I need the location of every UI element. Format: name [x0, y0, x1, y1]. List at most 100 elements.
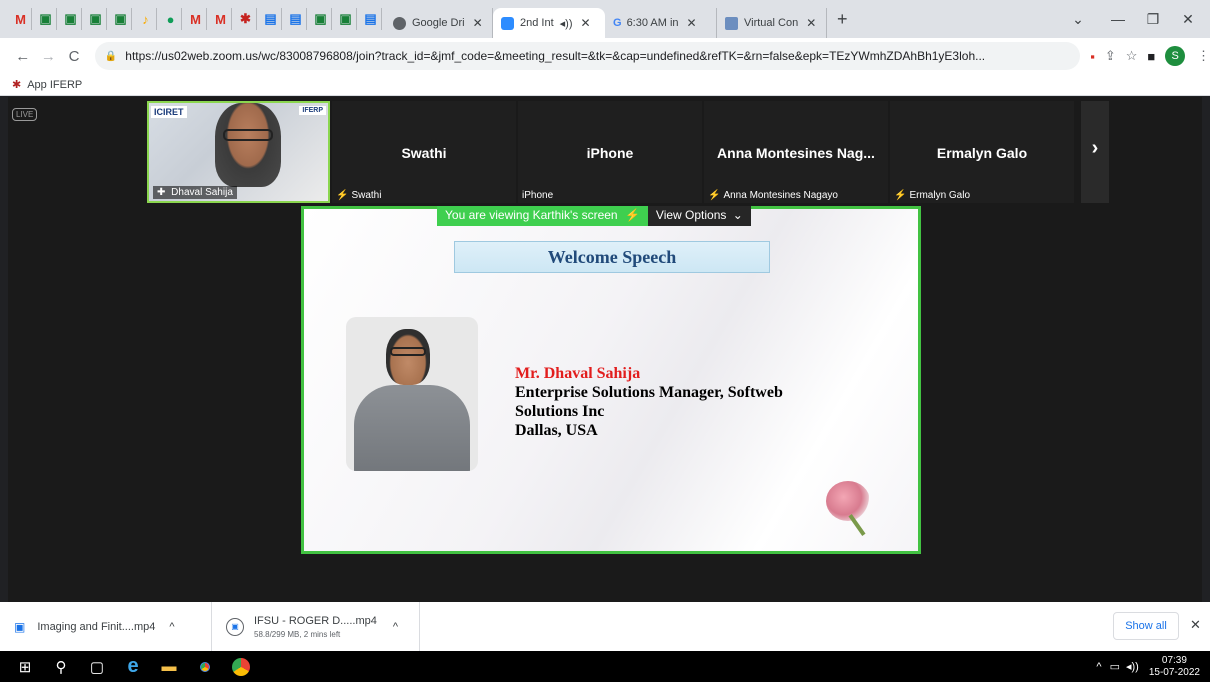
pinned-tab-app[interactable]: ✱ — [235, 8, 257, 30]
minimize-icon[interactable]: — — [1098, 0, 1138, 38]
tab-zoom-meeting[interactable]: 2nd Int ◂)) ✕ — [493, 8, 605, 38]
conference-banner: IFERP — [299, 106, 326, 115]
pinned-tab-app[interactable]: ▣ — [60, 8, 82, 30]
google-drive-icon — [393, 16, 406, 30]
pinned-tab-gmail[interactable]: M — [185, 8, 207, 30]
close-downloads-icon[interactable]: ✕ — [1190, 617, 1201, 633]
pinned-tab-app[interactable]: ▣ — [335, 8, 357, 30]
download-filename: IFSU - ROGER D.....mp4 — [254, 614, 377, 627]
reload-icon[interactable]: C — [61, 48, 87, 65]
show-all-button[interactable]: Show all — [1113, 612, 1179, 640]
participant-name: iPhone — [586, 145, 634, 161]
back-icon[interactable]: ← — [10, 48, 36, 65]
next-participants-button[interactable]: › — [1081, 101, 1109, 203]
audio-playing-icon[interactable]: ◂)) — [560, 17, 573, 30]
clock-date: 15-07-2022 — [1148, 666, 1200, 678]
photo-glasses — [390, 347, 426, 356]
speaker-photo — [346, 317, 478, 471]
close-icon[interactable]: ✕ — [687, 16, 697, 30]
download-item[interactable]: ▣ Imaging and Finit....mp4 ^ — [0, 602, 212, 651]
pinned-tab-app[interactable]: ▣ — [110, 8, 132, 30]
participant-name: Swathi — [401, 145, 447, 161]
site-icon — [725, 16, 738, 30]
menu-icon[interactable]: ⋮ — [1197, 48, 1210, 64]
participant-label: ⚡ Ermalyn Galo — [894, 190, 971, 201]
participant-name: Ermalyn Galo — [936, 145, 1028, 161]
window-close-icon[interactable]: ✕ — [1168, 0, 1208, 38]
zoom-icon — [501, 16, 514, 30]
pinned-tab-docs[interactable]: ▤ — [285, 8, 307, 30]
url-input[interactable]: 🔒 https://us02web.zoom.us/wc/83008796808… — [94, 42, 1081, 70]
forward-icon[interactable]: → — [36, 48, 62, 65]
screen-share-banner: You are viewing Karthik's screen ⚡ View … — [437, 206, 751, 226]
download-item[interactable]: ▣ IFSU - ROGER D.....mp4 58.8/299 MB, 2 … — [212, 602, 420, 651]
speaker-company: Solutions Inc — [515, 403, 605, 420]
bookmark-star-icon[interactable]: ☆ — [1126, 48, 1138, 64]
pinned-tab-app[interactable]: ▣ — [35, 8, 57, 30]
file-explorer-icon[interactable]: ▬ — [154, 651, 184, 682]
pinned-tab-app[interactable]: ♪ — [135, 8, 157, 30]
pinned-tab-docs[interactable]: ▤ — [260, 8, 282, 30]
tab-label: 6:30 AM in — [626, 17, 679, 29]
chevron-up-icon[interactable]: ^ — [169, 621, 174, 633]
pin-icon: ✚ — [157, 187, 166, 198]
download-status: 58.8/299 MB, 2 mins left — [254, 629, 341, 639]
muted-mic-icon: ⚡ — [708, 190, 721, 201]
clock[interactable]: 07:39 15-07-2022 — [1149, 655, 1200, 679]
tab-google-drive[interactable]: Google Dri ✕ — [385, 8, 493, 38]
tab-virtual-conference[interactable]: Virtual Con ✕ — [717, 8, 827, 38]
chrome-icon[interactable] — [226, 651, 256, 682]
edge-icon[interactable]: e — [118, 651, 148, 682]
pinned-tab-gmail[interactable]: M — [10, 8, 32, 30]
chevron-down-icon: ⌄ — [732, 208, 743, 222]
tab-label: Google Dri — [412, 17, 465, 29]
photo-head — [386, 329, 430, 385]
bookmark-app-iferp[interactable]: App IFERP — [27, 79, 82, 91]
pinned-tab-app[interactable]: ▣ — [310, 8, 332, 30]
pinned-tab-gmail[interactable]: M — [210, 8, 232, 30]
tab-label: 2nd Int — [520, 17, 554, 29]
tab-label: Virtual Con — [744, 17, 799, 29]
restore-icon[interactable]: ❐ — [1133, 0, 1173, 38]
participant-tile-iphone[interactable]: iPhone iPhone — [518, 101, 702, 203]
network-icon[interactable]: ▭ — [1110, 660, 1120, 673]
muted-mic-icon: ⚡ — [624, 208, 640, 222]
pinned-tab-docs[interactable]: ▤ — [360, 8, 382, 30]
close-icon[interactable]: ✕ — [581, 16, 591, 30]
search-icon[interactable]: ⚲ — [46, 651, 76, 682]
windows-taskbar: ⊞ ⚲ ▢ e ▬ — [0, 651, 1210, 682]
live-badge[interactable]: LIVE — [12, 108, 38, 121]
participant-tile-ermalyn[interactable]: Ermalyn Galo ⚡ Ermalyn Galo — [890, 101, 1074, 203]
windows-start-icon[interactable]: ⊞ — [10, 651, 40, 682]
address-bar-row: ← → C 🔒 https://us02web.zoom.us/wc/83008… — [0, 38, 1210, 74]
tab-google-search[interactable]: G 6:30 AM in ✕ — [605, 8, 717, 38]
chevron-up-icon[interactable]: ^ — [1096, 661, 1101, 673]
viewing-status: You are viewing Karthik's screen ⚡ — [437, 206, 648, 226]
participant-glasses — [223, 129, 273, 141]
url-text: https://us02web.zoom.us/wc/83008796808/j… — [125, 49, 986, 63]
volume-icon[interactable]: ◂)) — [1126, 660, 1139, 673]
new-tab-button[interactable]: + — [837, 9, 848, 30]
share-icon[interactable]: ⇪ — [1105, 48, 1116, 64]
shared-screen: Welcome Speech Mr. Dhaval Sahija Enterpr… — [301, 206, 921, 554]
view-options-button[interactable]: View Options ⌄ — [647, 206, 751, 226]
participant-label: ✚ Dhaval Sahija — [153, 186, 237, 199]
muted-mic-icon: ⚡ — [894, 190, 907, 201]
pinned-tab-app[interactable]: ● — [160, 8, 182, 30]
tab-search-icon[interactable]: ⌄ — [1058, 0, 1098, 38]
task-view-icon[interactable]: ▢ — [82, 651, 112, 682]
participant-tile-video[interactable]: ICIRET IFERP ✚ Dhaval Sahija — [147, 101, 330, 203]
close-icon[interactable]: ✕ — [806, 16, 816, 30]
participant-tile-anna[interactable]: Anna Montesines Nag... ⚡ Anna Montesines … — [704, 101, 888, 203]
extension-icon[interactable]: ▪ — [1090, 49, 1095, 64]
profile-avatar[interactable]: S — [1165, 46, 1185, 66]
chevron-up-icon[interactable]: ^ — [393, 621, 398, 633]
participant-label: iPhone — [522, 190, 554, 201]
chrome-icon[interactable] — [190, 651, 220, 682]
speaker-location: Dallas, USA — [515, 422, 598, 439]
close-icon[interactable]: ✕ — [473, 16, 483, 30]
side-panel-icon[interactable]: ■ — [1147, 49, 1155, 64]
pinned-tab-app[interactable]: ▣ — [85, 8, 107, 30]
lock-icon[interactable]: 🔒 — [105, 51, 117, 62]
participant-tile-swathi[interactable]: Swathi ⚡ Swathi — [332, 101, 516, 203]
